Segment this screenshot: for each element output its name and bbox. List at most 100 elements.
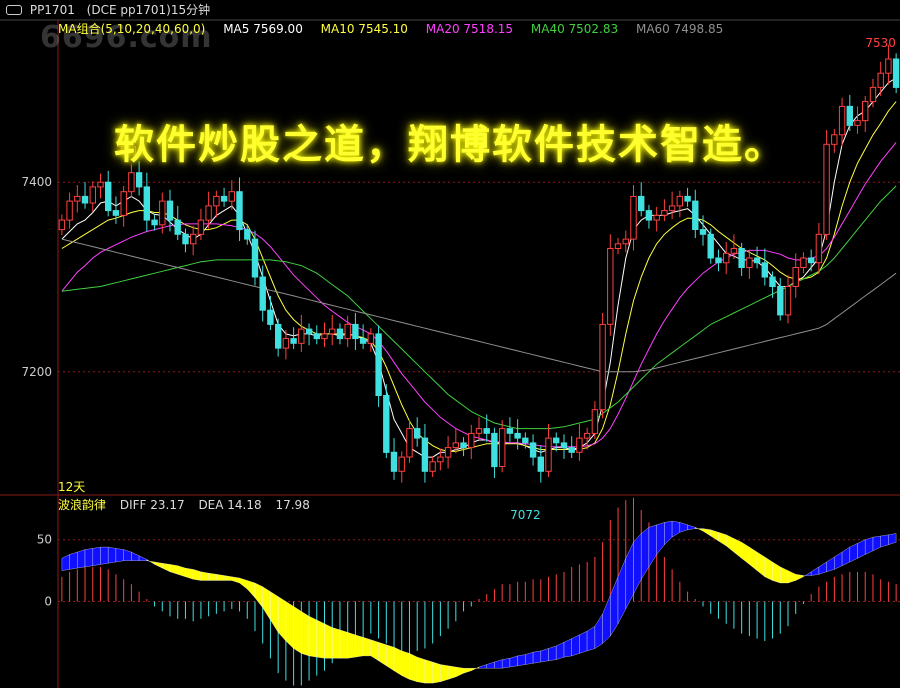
candle-down bbox=[560, 442, 568, 449]
candle-down bbox=[313, 333, 321, 340]
ribbon-segment bbox=[664, 521, 673, 546]
ribbon-segment bbox=[888, 533, 897, 545]
ribbon-segment bbox=[231, 576, 240, 584]
candle-down bbox=[506, 428, 514, 434]
ribbon-segment bbox=[208, 572, 217, 581]
candle-up bbox=[429, 461, 436, 472]
candle-up bbox=[545, 437, 552, 472]
price-annotations: 741670727530 bbox=[116, 36, 896, 522]
ribbon-segment bbox=[301, 611, 310, 657]
ma60-line bbox=[61, 238, 897, 373]
ribbon-segment bbox=[254, 582, 263, 609]
candle-up bbox=[676, 195, 683, 207]
candle-up bbox=[329, 328, 336, 335]
candle-up bbox=[630, 195, 637, 240]
candle-up bbox=[599, 323, 606, 411]
candle-up bbox=[576, 437, 583, 453]
candle-down bbox=[522, 437, 529, 444]
symbol-label: PP1701 bbox=[29, 3, 75, 17]
ribbon-segment bbox=[494, 659, 503, 669]
ribbon-segment bbox=[741, 541, 750, 565]
ribbon-segment bbox=[223, 575, 232, 581]
candle-up bbox=[622, 238, 629, 245]
candle-up bbox=[452, 442, 460, 449]
candle-down bbox=[251, 238, 259, 278]
kline-chart[interactable]: 72007400 050 741670727530 bbox=[0, 0, 900, 688]
candle-down bbox=[753, 257, 761, 264]
ribbon-segment bbox=[811, 566, 820, 576]
ribbon-segment bbox=[362, 637, 372, 657]
ribbon-segment bbox=[339, 629, 348, 659]
candle-up bbox=[468, 432, 475, 449]
ribbon-segment bbox=[440, 664, 449, 683]
ribbon-segment bbox=[702, 528, 711, 537]
candle-down bbox=[491, 432, 498, 468]
candle-up bbox=[89, 186, 96, 204]
ribbon-segment bbox=[370, 639, 379, 662]
ribbon-segment bbox=[880, 534, 889, 548]
ribbon-segment bbox=[308, 616, 317, 658]
ma-group-label[interactable]: MA组合(5,10,20,40,60,0) bbox=[58, 22, 205, 36]
candle-up bbox=[499, 428, 506, 468]
ribbon-segment bbox=[780, 566, 789, 584]
ribbon-segment bbox=[378, 642, 387, 667]
ma10-label: MA10 7545.10 bbox=[320, 22, 408, 36]
ribbon-segment bbox=[239, 577, 248, 590]
candle-down bbox=[352, 323, 359, 340]
indicator-bars bbox=[61, 497, 897, 686]
candle-up bbox=[197, 219, 205, 235]
ribbon-segment bbox=[556, 642, 565, 660]
candle-down bbox=[715, 257, 722, 264]
candle-down bbox=[514, 432, 521, 439]
ribbon-segment bbox=[540, 648, 549, 663]
candle-down bbox=[166, 200, 174, 221]
ribbon-segment bbox=[162, 563, 171, 573]
candle-down bbox=[81, 195, 89, 204]
candle-up bbox=[344, 323, 351, 340]
candle-up bbox=[282, 338, 290, 349]
candle-up bbox=[120, 191, 127, 216]
candle-up bbox=[444, 447, 452, 458]
candle-down bbox=[699, 229, 707, 235]
ma40-label: MA40 7502.83 bbox=[530, 22, 619, 36]
candle-up bbox=[159, 200, 166, 226]
indicator-ribbon bbox=[61, 521, 897, 684]
candle-up bbox=[583, 432, 591, 439]
price-tick-label: 7200 bbox=[21, 365, 52, 379]
ribbon-segment bbox=[548, 645, 557, 661]
ribbon-segment bbox=[764, 556, 773, 581]
extreme-price-label: 7530 bbox=[865, 36, 896, 50]
dea-label: DEA 14.18 bbox=[198, 498, 262, 512]
ribbon-segment bbox=[826, 556, 835, 573]
ribbon-segment bbox=[718, 532, 727, 547]
candle-up bbox=[653, 214, 660, 221]
candle-down bbox=[143, 186, 151, 221]
ribbon-segment bbox=[115, 548, 124, 563]
ribbon-segment bbox=[455, 666, 464, 678]
candle-down bbox=[383, 395, 390, 453]
candle-up bbox=[869, 86, 877, 103]
window-link-icon[interactable] bbox=[6, 5, 22, 15]
candle-up bbox=[614, 243, 622, 250]
indicator-name[interactable]: 波浪韵律 bbox=[58, 498, 106, 512]
candle-down bbox=[290, 338, 297, 344]
candle-up bbox=[746, 257, 753, 268]
ribbon-segment bbox=[92, 546, 101, 566]
price-tick-labels: 7200 7400 bbox=[21, 175, 52, 379]
candle-up bbox=[298, 328, 305, 344]
candle-down bbox=[182, 233, 189, 245]
ribbon-segment bbox=[579, 630, 588, 654]
candle-up bbox=[213, 195, 220, 207]
ribbon-segment bbox=[169, 564, 178, 575]
candle-down bbox=[808, 257, 815, 264]
ribbon-segment bbox=[216, 574, 225, 581]
candle-up bbox=[723, 252, 730, 264]
candle-down bbox=[390, 451, 398, 472]
ribbon-segment bbox=[787, 570, 796, 584]
indicator-legend: 波浪韵律 DIFF 23.17 DEA 14.18 17.98 bbox=[58, 496, 320, 514]
ma5-label: MA5 7569.00 bbox=[223, 22, 303, 36]
ribbon-segment bbox=[525, 651, 534, 665]
ribbon-segment bbox=[478, 664, 487, 669]
ribbon-segment bbox=[726, 534, 735, 553]
ribbon-segment bbox=[61, 554, 70, 571]
